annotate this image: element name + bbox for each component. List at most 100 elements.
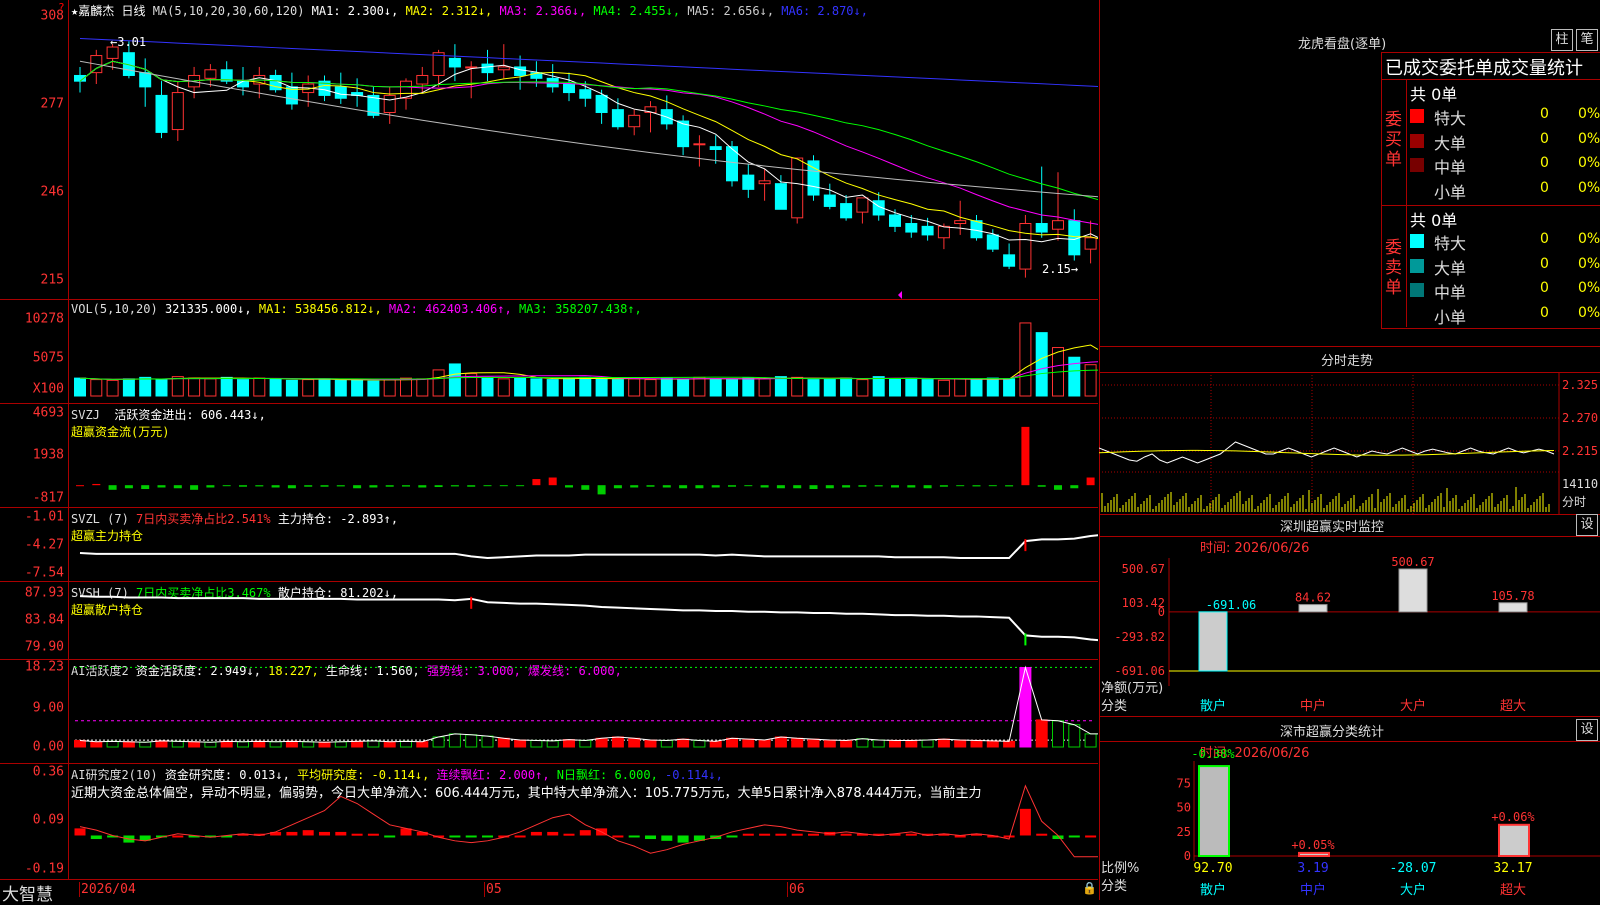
volume-bar [807,379,820,397]
volume-bar [726,379,738,397]
volume-bar [644,379,657,397]
kline-panel[interactable]: 308 277 246 215 ★嘉麟杰 日线 MA(5,10,20,30,60,12… [0,0,1098,300]
ai-research-bar [661,835,673,841]
svzj-bar [776,485,785,489]
sell-pct: 0% [1578,231,1600,247]
date-axis: 大智慧 2026/04 05 06 🔒 [0,879,1098,905]
monitor-category: 大户 [1400,698,1426,714]
ai-activity-bar [1084,733,1097,748]
volume-bar [367,380,380,397]
ai-research-bar [319,831,330,836]
ai-activity-chart [74,665,1098,748]
buy-pct: 0% [1578,106,1600,122]
buy-name: 大单 [1434,133,1467,153]
monitor-value-label: -691.06 [1206,598,1257,612]
sell-pct: 0% [1578,255,1600,272]
svzl-panel[interactable]: -1.01 -4.27 -7.54 SVZL (7) 7日内买卖净占比2.541% … [0,508,1098,582]
svzj-bar [434,485,443,488]
ai-activity-bar [318,741,331,748]
svzj-bar [271,485,280,488]
longhu-divider-top [1381,79,1600,80]
red-flag-icon: ? [58,1,65,14]
svzj-bar [124,485,133,489]
ai-research-bar [742,833,754,836]
ai-research-panel[interactable]: 0.36 0.09 -0.19 AI研究度2(10) 资金研究度: 0.013↓, … [0,764,1098,879]
ai-activity-bar [823,739,836,748]
ai-activity-bar [204,741,217,748]
volume-bar [171,376,184,397]
ai-research-bar [645,835,656,840]
svzj-bar [402,485,410,487]
svzj-bar [939,485,948,487]
svzj-bar [565,485,573,488]
buy-row: 大单 0 0% [1408,129,1600,153]
svzj-bar [418,485,427,488]
bar-mode-button[interactable]: 柱 [1551,29,1573,51]
ai-research-bar [840,833,852,836]
sell-count: 0 [1540,255,1549,272]
ai-activity-bar [611,736,624,748]
svzl-line [79,534,1098,560]
classify-tick-3: 0 [1184,849,1191,863]
ai-activity-bar [970,739,983,748]
candle-body [139,72,152,88]
monitor-tick-0: 500.67 [1122,562,1165,576]
monitor-settings-button[interactable]: 设 [1576,514,1598,536]
monitor-category: 散户 [1200,698,1226,714]
volume-panel[interactable]: 10278 5075 X100 VOL(5,10,20) 321335.000↓, … [0,300,1098,404]
volume-bar [563,377,575,397]
ai-activity-bar [465,734,478,748]
classify-value: 3.19 [1297,861,1328,876]
svzj-bar [581,485,590,490]
ai-research-bar [367,833,379,836]
volume-bar [400,377,412,397]
intraday-tick-1: 2.270 [1562,411,1598,425]
volume-bar [74,377,86,397]
svzj-bar [923,485,932,489]
candle-body [758,180,771,185]
monitor-xlabel-2: 分类 [1101,699,1127,714]
lock-icon[interactable]: 🔒 [1082,881,1097,895]
sell-total: 共 0单 [1410,211,1458,230]
classify-value: -28.07 [1390,861,1437,876]
volume-bar [302,379,315,397]
volume-bar [481,376,494,397]
monitor-title: 深圳超赢实时监控 [1280,520,1385,535]
svzj-panel[interactable]: 4693 1938 -817 SVZJ 活跃资金进出: 606.443↓, 超赢资金… [0,404,1098,508]
svsh-panel[interactable]: 87.93 83.84 79.90 SVSH (7) 7日内买卖净占比3.467% … [0,582,1098,660]
candle-body [155,94,168,133]
volume-bar [709,378,722,397]
classify-tick-2: 25 [1177,825,1191,839]
ai-activity-bar [954,739,967,748]
volume-bar [139,376,152,397]
volume-bar [334,379,347,397]
monitor-tick-4: -691.06 [1114,664,1165,678]
volume-bar [237,379,249,397]
candle-body [970,220,983,239]
ai-activity-bar [709,740,722,748]
svzj-bar [907,485,916,488]
buy-name: 小单 [1434,182,1467,202]
candle-body [693,143,706,146]
classify-settings-button[interactable]: 设 [1576,719,1598,741]
classify-xlabel-1: 比例% [1101,861,1139,876]
ai-activity-panel[interactable]: 18.23 9.00 0.00 AI活跃度2 资金活跃度: 2.949↓, 18.2… [0,660,1098,764]
svzj-bar [532,479,541,486]
volume-bar [318,378,331,397]
candle-body [563,83,575,94]
candle-body [709,146,722,150]
tick-mode-button[interactable]: 笔 [1576,29,1598,51]
candle-body [840,203,853,219]
volume-bar [937,379,950,397]
sell-row: 特大 0 0% [1408,229,1600,253]
ai-research-chart [74,784,1098,858]
ai-research-bar [905,833,917,836]
svzj-bar [988,485,997,487]
buy-count: 0 [1540,155,1549,171]
volume-bar [628,378,641,397]
svzj-bar [92,483,101,486]
ai-activity-bar [872,739,885,748]
monitor-value-label: 84.62 [1295,591,1331,605]
volume-bar [204,378,217,397]
classify-chart: 75 50 25 092.70 -0.38% 散户 3.19 +0.05% 中户 -28.07 大户… [1101,747,1600,898]
